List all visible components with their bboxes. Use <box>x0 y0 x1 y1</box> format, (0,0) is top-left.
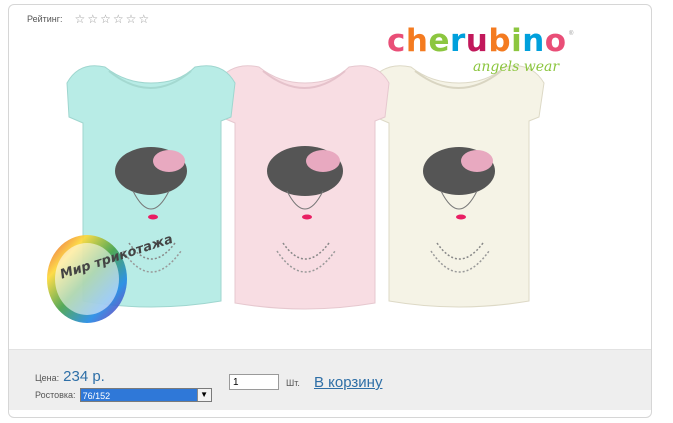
star-icon[interactable]: ☆ <box>87 13 98 25</box>
rating-bar: Рейтинг: ☆ ☆ ☆ ☆ ☆ ☆ <box>27 13 151 25</box>
tshirt-cream <box>368 65 545 308</box>
purchase-bar: Цена: 234 р. Ростовка: 76/152 ▼ Шт. В ко… <box>9 349 651 410</box>
size-select-value: 76/152 <box>82 391 111 401</box>
brand-tagline: angels wear <box>473 59 560 75</box>
rating-label: Рейтинг: <box>27 14 63 24</box>
brand-letter: i <box>511 23 523 59</box>
price-row: Цена: 234 р. <box>35 368 105 385</box>
tshirt-pink <box>216 65 390 310</box>
brand-letter: n <box>522 23 545 59</box>
star-icon[interactable]: ☆ <box>138 13 149 25</box>
star-icon[interactable]: ☆ <box>113 13 124 25</box>
brand-logo: cherubino angels wear ® <box>387 23 587 83</box>
star-icon[interactable]: ☆ <box>126 13 137 25</box>
brand-letter: h <box>405 23 429 59</box>
price-value: 234 р. <box>63 368 105 385</box>
brand-letter: c <box>387 23 406 59</box>
price-label: Цена: <box>35 373 60 383</box>
size-select[interactable]: 76/152 ▼ <box>79 388 212 402</box>
product-card: Рейтинг: ☆ ☆ ☆ ☆ ☆ ☆ Мир трикотажа cheru… <box>8 4 652 418</box>
quantity-input[interactable] <box>229 374 279 390</box>
brand-letter: u <box>465 23 489 59</box>
brand-letter: r <box>450 23 466 59</box>
brand-letter: o <box>544 23 567 59</box>
quantity-unit: Шт. <box>286 378 300 388</box>
size-row: Ростовка: 76/152 ▼ <box>35 388 212 402</box>
brand-letter: b <box>488 23 512 59</box>
brand-name: cherubino <box>387 23 567 59</box>
brand-letter: e <box>428 23 450 59</box>
add-to-cart-link[interactable]: В корзину <box>314 374 382 391</box>
size-label: Ростовка: <box>35 390 76 400</box>
star-icon[interactable]: ☆ <box>100 13 111 25</box>
registered-mark: ® <box>569 31 574 37</box>
chevron-down-icon[interactable]: ▼ <box>196 389 211 401</box>
star-icon[interactable]: ☆ <box>75 13 86 25</box>
